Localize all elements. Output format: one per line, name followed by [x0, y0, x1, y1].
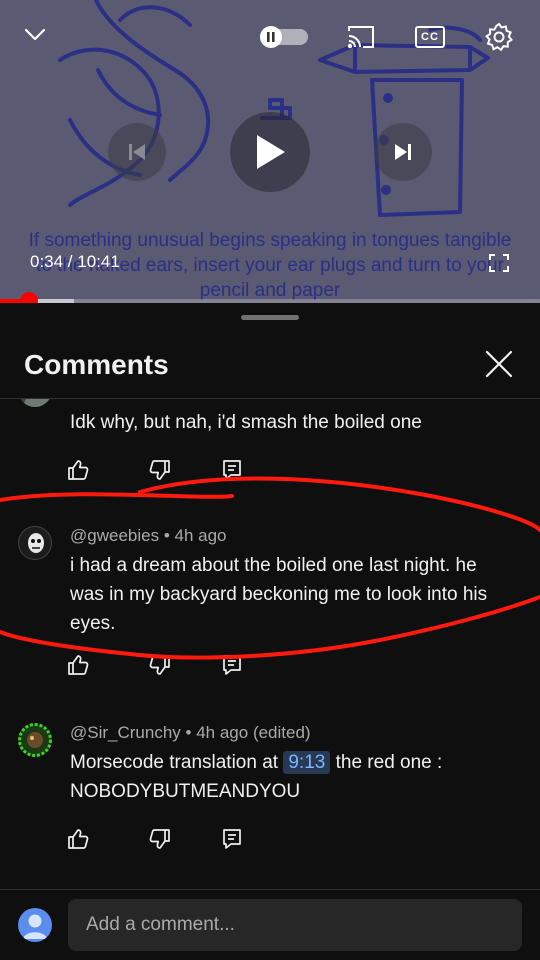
- comment-actions: [60, 821, 260, 857]
- comment-body: Idk why, but nah, i'd smash the boiled o…: [70, 412, 422, 433]
- playback-time: 0:34 / 10:41: [30, 252, 120, 271]
- comment-meta: @gweebies • 4h ago: [70, 526, 227, 546]
- reply-icon: [223, 829, 241, 849]
- comments-panel: Comments Idk why, but nah, i'd smash the…: [0, 303, 540, 960]
- close-icon: [485, 350, 513, 378]
- reply-button[interactable]: [214, 647, 250, 683]
- video-player[interactable]: If something unusual begins speaking in …: [0, 0, 540, 303]
- like-icon: [68, 829, 89, 849]
- like-button[interactable]: [60, 452, 96, 488]
- meta-separator: •: [163, 526, 175, 545]
- captions-button[interactable]: CC: [412, 22, 448, 52]
- comment-body: Morsecode translation at 9:13 the red on…: [70, 748, 510, 806]
- video-timestamp-link[interactable]: 9:13: [283, 751, 331, 774]
- previous-video-button[interactable]: [108, 123, 166, 181]
- play-pause-button[interactable]: [230, 112, 310, 192]
- play-icon: [257, 135, 285, 169]
- comment-body-line: NOBODYBUTMEANDYOU: [70, 781, 301, 802]
- collapse-player-button[interactable]: [18, 20, 52, 50]
- reply-icon: [223, 460, 241, 480]
- skip-next-icon: [395, 144, 411, 160]
- user-avatar[interactable]: [18, 908, 52, 942]
- skip-previous-icon: [129, 144, 145, 160]
- add-comment-input[interactable]: [68, 899, 522, 951]
- chevron-down-icon: [24, 28, 46, 41]
- avatar[interactable]: [18, 723, 52, 757]
- comment-author[interactable]: @Sir_Crunchy: [70, 723, 181, 742]
- dislike-icon: [149, 829, 170, 849]
- comment-body: i had a dream about the boiled one last …: [70, 555, 488, 634]
- meta-separator: •: [185, 723, 197, 742]
- dislike-button[interactable]: [142, 821, 178, 857]
- settings-button[interactable]: [482, 20, 516, 54]
- close-comments-button[interactable]: [482, 347, 516, 381]
- fullscreen-button[interactable]: [486, 252, 512, 274]
- like-icon: [68, 655, 89, 675]
- avatar[interactable]: [18, 526, 52, 560]
- cast-icon: [347, 26, 374, 49]
- panel-drag-handle[interactable]: [241, 315, 299, 320]
- dislike-button[interactable]: [142, 452, 178, 488]
- comment-actions: [60, 452, 260, 488]
- avatar[interactable]: [18, 399, 52, 407]
- reply-icon: [223, 655, 241, 675]
- comment-time: 4h ago (edited): [196, 723, 311, 742]
- comment-meta: @Sir_Crunchy • 4h ago (edited): [70, 723, 311, 743]
- comment-time: 4h ago: [174, 526, 227, 545]
- next-video-button[interactable]: [374, 123, 432, 181]
- like-button[interactable]: [60, 821, 96, 857]
- progress-scrubber-handle[interactable]: [19, 292, 38, 303]
- comment-actions: [60, 647, 260, 683]
- dislike-button[interactable]: [142, 647, 178, 683]
- gear-icon: [485, 22, 513, 52]
- comments-list[interactable]: Idk why, but nah, i'd smash the boiled o…: [0, 399, 540, 889]
- composer-divider: [0, 889, 540, 890]
- dislike-icon: [149, 655, 170, 675]
- comment-body-prefix: Morsecode translation at: [70, 752, 279, 773]
- default-user-icon: [23, 914, 47, 939]
- like-icon: [68, 460, 89, 480]
- reply-button[interactable]: [214, 452, 250, 488]
- autoplay-toggle-icon: [260, 26, 308, 48]
- dislike-icon: [149, 460, 170, 480]
- cast-button[interactable]: [344, 22, 378, 52]
- comments-title: Comments: [24, 349, 169, 380]
- autoplay-toggle[interactable]: [258, 26, 310, 48]
- fullscreen-icon: [489, 254, 509, 272]
- cc-icon: CC: [415, 26, 445, 48]
- reply-button[interactable]: [214, 821, 250, 857]
- comment-author[interactable]: @gweebies: [70, 526, 159, 545]
- like-button[interactable]: [60, 647, 96, 683]
- comment-body-suffix: the red one :: [335, 752, 443, 773]
